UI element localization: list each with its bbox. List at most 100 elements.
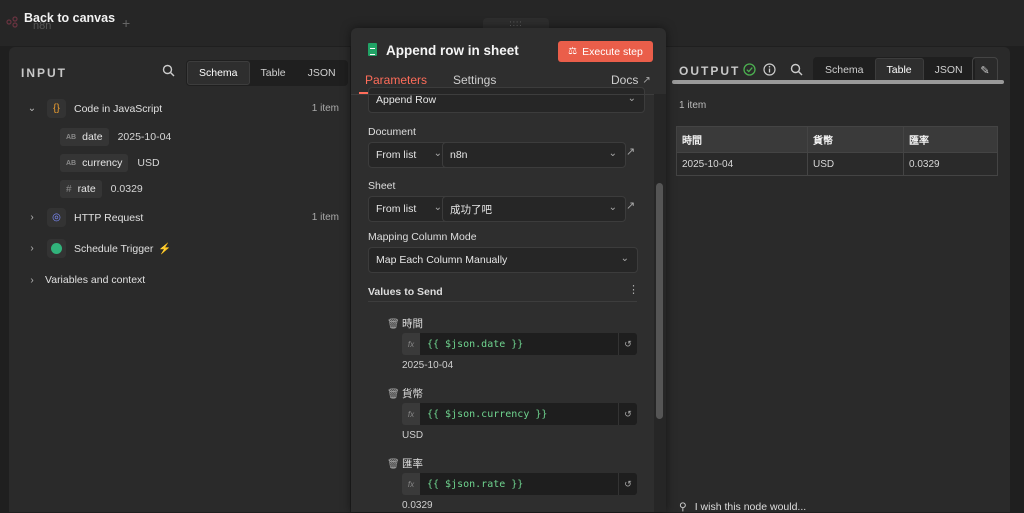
node-title[interactable]: Append row in sheet [386, 43, 519, 58]
schema-field-rate[interactable]: # rate 0.0329 [60, 180, 143, 198]
field-key: rate [77, 183, 96, 195]
trash-icon[interactable]: 🗑 [387, 319, 400, 330]
expression-field[interactable]: fx {{ $json.date }} ↺ [402, 333, 637, 355]
info-icon[interactable] [763, 63, 776, 79]
expression-code[interactable]: {{ $json.currency }} [420, 403, 618, 425]
sheet-select[interactable]: 成功了吧 ⌄ [442, 196, 626, 222]
external-link-icon[interactable]: ↗ [626, 199, 635, 212]
node-name: Schedule Trigger [74, 242, 154, 255]
table-cell[interactable]: 0.0329 [903, 152, 998, 176]
input-tab-schema[interactable]: Schema [187, 61, 250, 85]
expression-result: 2025-10-04 [402, 360, 454, 371]
table-cell[interactable]: 2025-10-04 [676, 152, 808, 176]
input-title: INPUT [21, 66, 67, 80]
input-panel: INPUT Schema Table JSON ⌄ {} Code in Jav… [9, 47, 350, 512]
output-tab-table[interactable]: Table [874, 58, 924, 82]
code-braces-icon: {} [47, 99, 66, 118]
tab-settings[interactable]: Settings [453, 73, 496, 87]
expression-result: 0.0329 [402, 500, 433, 511]
pencil-icon: ✎ [980, 64, 990, 77]
column-name: 貨幣 [402, 388, 423, 400]
table-cell[interactable]: USD [807, 152, 904, 176]
input-tab-json[interactable]: JSON [297, 61, 347, 85]
table-header[interactable]: 貨幣 [807, 126, 904, 153]
docs-label: Docs [611, 73, 639, 87]
mapping-mode-select[interactable]: Map Each Column Manually ⌄ [368, 247, 638, 273]
document-mode-select[interactable]: From list ⌄ [368, 142, 451, 168]
plus-icon[interactable]: + [122, 15, 130, 31]
document-value: n8n [450, 149, 468, 161]
operation-select[interactable]: Append Row ⌄ [368, 87, 645, 113]
output-tab-schema[interactable]: Schema [814, 58, 875, 82]
field-value: USD [137, 157, 160, 169]
node-row-code[interactable]: ⌄ {} Code in JavaScript 1 item [27, 99, 350, 118]
field-type: AB [66, 159, 77, 167]
fx-icon: fx [402, 403, 420, 425]
item-count: 1 item [311, 103, 339, 114]
lightning-icon: ⚡ [158, 243, 172, 255]
sheet-mode-select[interactable]: From list ⌄ [368, 196, 451, 222]
expression-field[interactable]: fx {{ $json.rate }} ↺ [402, 473, 637, 495]
reset-icon[interactable]: ↺ [618, 473, 637, 495]
more-options-icon[interactable]: ⋮ [628, 283, 639, 296]
node-row-http[interactable]: › ◎ HTTP Request 1 item [27, 208, 350, 227]
sheet-mode: From list [376, 203, 417, 215]
node-details-panel: Append row in sheet ⚖ Execute step Param… [351, 28, 666, 512]
schema-field-date[interactable]: AB date 2025-10-04 [60, 128, 171, 146]
search-icon[interactable] [162, 64, 175, 80]
check-circle-icon [743, 63, 756, 79]
n8n-logo-icon [6, 16, 18, 28]
chevron-down-icon: ⌄ [608, 148, 617, 159]
values-to-send-label: Values to Send [368, 286, 443, 298]
output-tab-json[interactable]: JSON [924, 58, 974, 82]
chevron-down-icon: ⌄ [433, 148, 442, 159]
node-name: HTTP Request [74, 211, 144, 224]
flask-icon: ⚖ [568, 46, 578, 57]
chevron-down-icon: ⌄ [433, 202, 442, 213]
output-panel: OUTPUT Schema Table JSON ✎ 1 item 時間 貨幣 … [666, 47, 1010, 513]
clock-icon [47, 239, 66, 258]
vertical-scrollbar-thumb[interactable] [656, 183, 663, 419]
item-count: 1 item [311, 212, 339, 223]
output-title: OUTPUT [679, 64, 741, 78]
execute-step-button[interactable]: ⚖ Execute step [558, 41, 653, 62]
trash-icon[interactable]: 🗑 [387, 459, 400, 470]
document-label: Document [368, 126, 416, 138]
node-row-schedule[interactable]: › Schedule Trigger ⚡ [27, 239, 171, 258]
input-tab-table[interactable]: Table [250, 61, 297, 85]
chevron-right-icon: › [30, 212, 34, 223]
expression-code[interactable]: {{ $json.rate }} [420, 473, 618, 495]
tab-parameters[interactable]: Parameters [365, 73, 427, 87]
field-key: date [82, 131, 103, 143]
node-name: Variables and context [45, 274, 146, 286]
table-header-row: 時間 貨幣 匯率 [676, 126, 998, 153]
external-link-icon[interactable]: ↗ [626, 145, 635, 158]
expression-field[interactable]: fx {{ $json.currency }} ↺ [402, 403, 637, 425]
feedback-link[interactable]: ⚲ I wish this node would... [679, 501, 806, 513]
back-to-canvas-button[interactable]: Back to canvas [24, 11, 115, 25]
reset-icon[interactable]: ↺ [618, 333, 637, 355]
chevron-down-icon: ⌄ [608, 202, 617, 213]
lightbulb-icon: ⚲ [679, 501, 687, 513]
table-header[interactable]: 時間 [676, 126, 808, 153]
search-icon[interactable] [790, 63, 803, 79]
expression-result: USD [402, 430, 424, 441]
expression-code[interactable]: {{ $json.date }} [420, 333, 618, 355]
reset-icon[interactable]: ↺ [618, 403, 637, 425]
input-view-tabs: Schema Table JSON [186, 60, 348, 86]
feedback-text: I wish this node would... [694, 501, 807, 513]
tab-divider-overlay [351, 94, 654, 95]
table-header[interactable]: 匯率 [903, 126, 998, 153]
output-table: 時間 貨幣 匯率 2025-10-04 USD 0.0329 [676, 126, 998, 176]
schema-field-currency[interactable]: AB currency USD [60, 154, 160, 172]
sheet-label: Sheet [368, 180, 396, 192]
trash-icon[interactable]: 🗑 [387, 389, 400, 400]
right-edge [1010, 47, 1024, 512]
docs-link[interactable]: Docs ↗ [611, 73, 651, 87]
chevron-down-icon: ⌄ [620, 253, 629, 264]
document-select[interactable]: n8n ⌄ [442, 142, 626, 168]
horizontal-scrollbar[interactable] [672, 80, 1004, 84]
node-row-variables[interactable]: › Variables and context [27, 274, 145, 286]
field-value: 2025-10-04 [117, 131, 172, 143]
node-name: Code in JavaScript [74, 102, 163, 115]
